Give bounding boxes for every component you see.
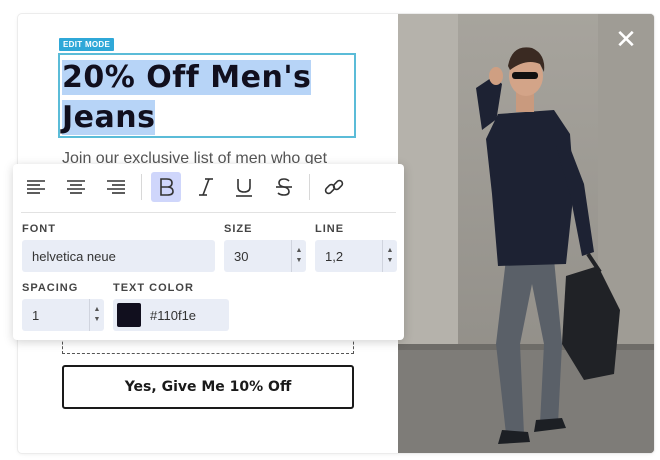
size-stepper[interactable]: 30 ▲ ▼ bbox=[224, 240, 306, 272]
link-icon[interactable] bbox=[319, 172, 349, 202]
bold-icon[interactable] bbox=[151, 172, 181, 202]
font-value: helvetica neue bbox=[32, 248, 116, 264]
model-photo bbox=[398, 14, 654, 453]
toolbar-separator bbox=[141, 174, 142, 200]
toolbar-button-row bbox=[13, 164, 404, 210]
size-value: 30 bbox=[234, 248, 249, 264]
spinner-up-icon[interactable]: ▲ bbox=[296, 246, 303, 256]
font-select[interactable]: helvetica neue bbox=[22, 240, 215, 272]
align-left-icon[interactable] bbox=[21, 172, 51, 202]
italic-icon[interactable] bbox=[191, 172, 221, 202]
underline-icon[interactable] bbox=[229, 172, 259, 202]
text-color-picker[interactable]: #110f1e bbox=[113, 299, 229, 331]
size-spinner[interactable]: ▲ ▼ bbox=[291, 240, 306, 272]
headline-line-2: Jeans bbox=[62, 100, 156, 135]
font-label: FONT bbox=[22, 223, 56, 235]
text-format-toolbar: FONT helvetica neue SIZE 30 ▲ ▼ LINE 1,2 … bbox=[13, 164, 404, 340]
headline-text[interactable]: 20% Off Men's Jeans bbox=[62, 58, 350, 138]
size-label: SIZE bbox=[224, 223, 253, 235]
line-label: LINE bbox=[315, 223, 345, 235]
close-icon[interactable]: ✕ bbox=[614, 27, 638, 53]
toolbar-divider bbox=[21, 212, 396, 213]
strikethrough-icon[interactable] bbox=[269, 172, 299, 202]
photo-illustration bbox=[398, 14, 654, 453]
align-center-icon[interactable] bbox=[61, 172, 91, 202]
spacing-spinner[interactable]: ▲ ▼ bbox=[89, 299, 104, 331]
align-right-icon[interactable] bbox=[101, 172, 131, 202]
line-spinner[interactable]: ▲ ▼ bbox=[382, 240, 397, 272]
headline-line-1: 20% Off Men's bbox=[62, 60, 312, 95]
color-swatch[interactable] bbox=[117, 303, 141, 327]
spacing-stepper[interactable]: 1 ▲ ▼ bbox=[22, 299, 104, 331]
line-value: 1,2 bbox=[325, 248, 344, 264]
spinner-down-icon[interactable]: ▼ bbox=[387, 256, 394, 266]
spinner-up-icon[interactable]: ▲ bbox=[387, 246, 394, 256]
cta-button[interactable]: Yes, Give Me 10% Off bbox=[62, 365, 354, 409]
text-color-label: TEXT COLOR bbox=[113, 282, 194, 294]
line-height-stepper[interactable]: 1,2 ▲ ▼ bbox=[315, 240, 397, 272]
edit-mode-badge: EDIT MODE bbox=[59, 38, 115, 51]
spacing-label: SPACING bbox=[22, 282, 79, 294]
spinner-down-icon[interactable]: ▼ bbox=[296, 256, 303, 266]
toolbar-separator bbox=[309, 174, 310, 200]
text-color-value: #110f1e bbox=[150, 307, 197, 323]
spacing-value: 1 bbox=[32, 307, 40, 323]
spinner-up-icon[interactable]: ▲ bbox=[94, 305, 101, 315]
spinner-down-icon[interactable]: ▼ bbox=[94, 315, 101, 325]
